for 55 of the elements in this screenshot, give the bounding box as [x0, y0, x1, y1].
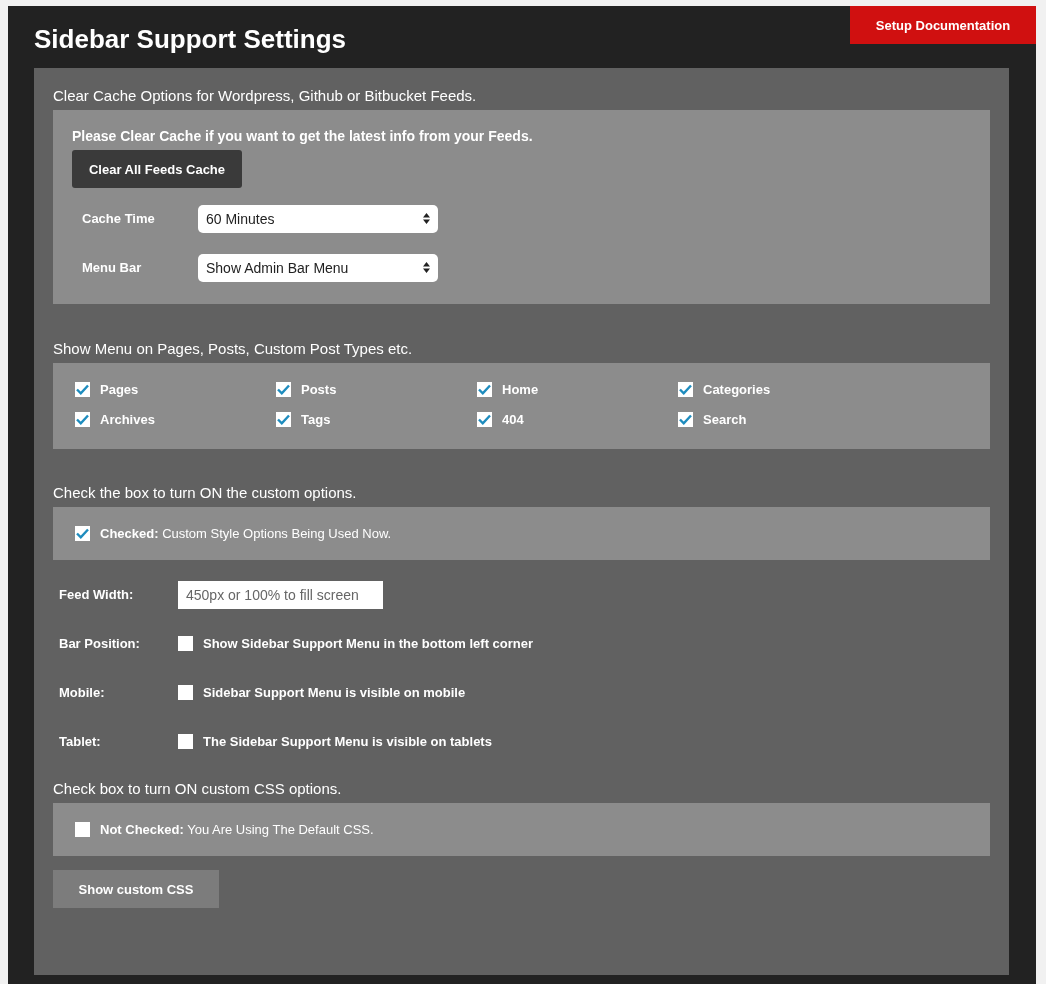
page-title: Sidebar Support Settings	[34, 24, 347, 55]
checkbox[interactable]	[477, 382, 492, 397]
check-icon	[679, 384, 692, 395]
checkbox[interactable]	[178, 685, 193, 700]
clear-cache-button[interactable]: Clear All Feeds Cache	[72, 150, 242, 188]
check-icon	[478, 384, 491, 395]
checkbox-label: Sidebar Support Menu is visible on mobile	[203, 685, 466, 700]
checkbox-label: Home	[502, 382, 539, 397]
checkbox[interactable]	[678, 412, 693, 427]
checkbox[interactable]	[75, 382, 90, 397]
check-icon	[679, 414, 692, 425]
checkbox[interactable]	[678, 382, 693, 397]
checkbox[interactable]	[75, 412, 90, 427]
section-heading: Check the box to turn ON the custom options.	[53, 484, 358, 501]
field-label: Menu Bar	[82, 260, 143, 275]
section-heading: Check box to turn ON custom CSS options.	[53, 780, 343, 797]
field-label: Mobile:	[59, 685, 106, 700]
toggle-label: Checked: Custom Style Options Being Used Now.	[100, 526, 392, 541]
checkbox-label: Categories	[703, 382, 771, 397]
updown-arrows-icon	[423, 213, 430, 224]
checkbox-label: Tags	[301, 412, 331, 427]
checkbox[interactable]	[178, 636, 193, 651]
checkbox-label: Show Sidebar Support Menu in the bottom left corner	[203, 636, 534, 651]
field-label: Tablet:	[59, 734, 102, 749]
checkbox-label: Archives	[100, 412, 155, 427]
check-icon	[478, 414, 491, 425]
checkbox-label: The Sidebar Support Menu is visible on tablets	[203, 734, 492, 749]
checkbox[interactable]	[75, 526, 90, 541]
checkbox[interactable]	[75, 822, 90, 837]
checkbox-label: 404	[502, 412, 524, 427]
check-icon	[76, 528, 89, 539]
checkbox-label: Posts	[301, 382, 337, 397]
check-icon	[76, 384, 89, 395]
toggle-label: Not Checked: You Are Using The Default CSS.	[100, 822, 374, 837]
checkbox-label: Pages	[100, 382, 139, 397]
section-heading: Clear Cache Options for Wordpress, Github or Bitbucket Feeds.	[53, 87, 478, 104]
check-icon	[277, 384, 290, 395]
checkbox[interactable]	[276, 412, 291, 427]
field-label: Bar Position:	[59, 636, 141, 651]
show-css-button[interactable]: Show custom CSS	[53, 870, 219, 908]
checkbox[interactable]	[276, 382, 291, 397]
checkbox[interactable]	[178, 734, 193, 749]
check-icon	[277, 414, 290, 425]
updown-arrows-icon	[423, 262, 430, 273]
section-heading: Show Menu on Pages, Posts, Custom Post Types etc.	[53, 340, 414, 357]
documentation-button[interactable]: Setup Documentation	[850, 6, 1036, 44]
field-label: Feed Width:	[59, 587, 135, 602]
select-dropdown[interactable]: 60 Minutes	[198, 204, 438, 233]
feed-width-input[interactable]: 450px or 100% to fill screen	[178, 580, 383, 609]
select-dropdown[interactable]: Show Admin Bar Menu	[198, 253, 438, 282]
check-icon	[76, 414, 89, 425]
checkbox-label: Search	[703, 412, 747, 427]
field-label: Cache Time	[82, 211, 156, 226]
cache-note: Please Clear Cache if you want to get the latest info from your Feeds.	[72, 128, 534, 144]
checkbox[interactable]	[477, 412, 492, 427]
